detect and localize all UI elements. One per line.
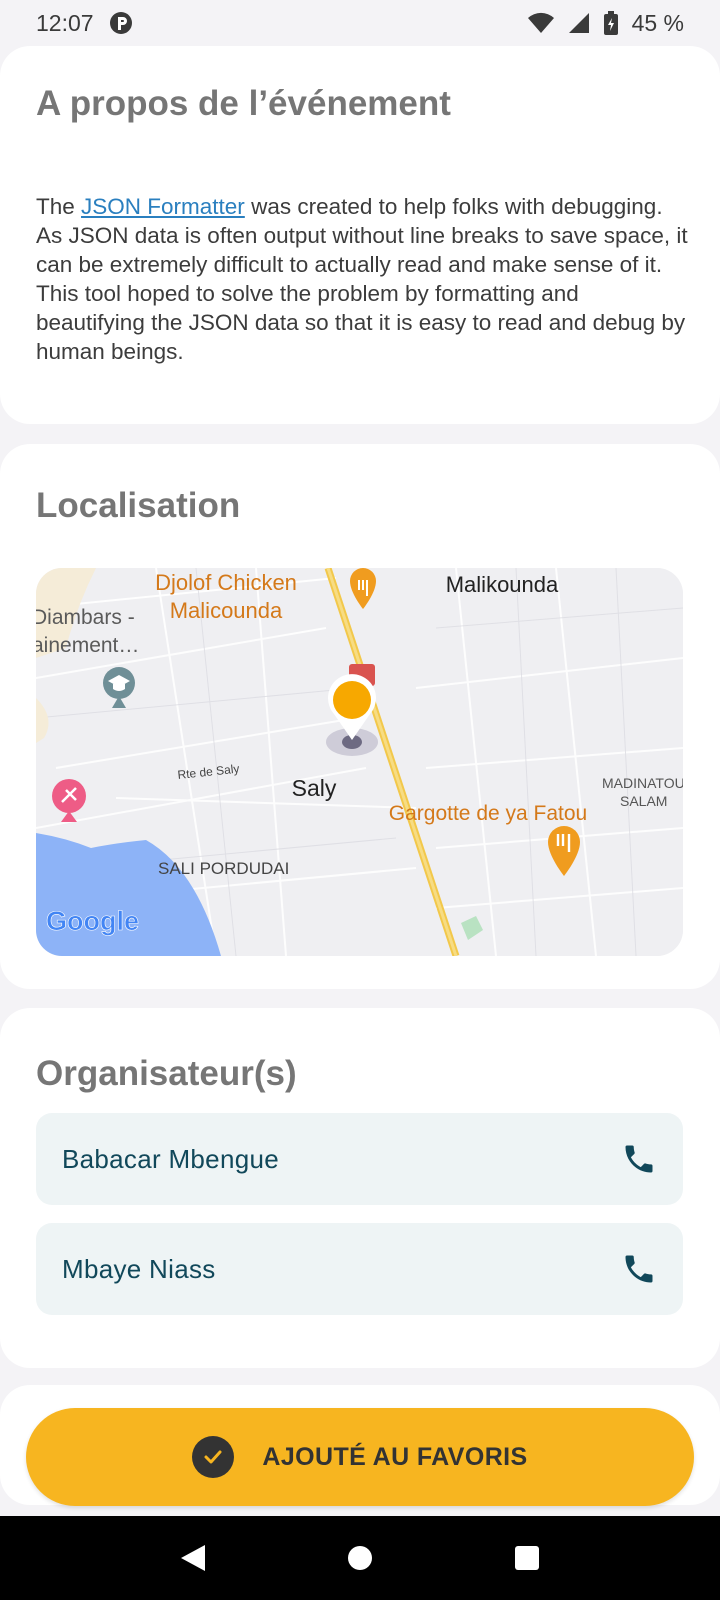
map-label-restaurant-1-line1: Djolof Chicken [155,570,297,595]
map-label-school-line2: ainement… [36,634,139,657]
back-icon[interactable] [163,1528,223,1588]
organizer-name: Mbaye Niass [62,1253,216,1284]
about-text-after: was created to help folks with debugging… [36,194,688,364]
about-title: A propos de l’événement [36,84,451,123]
map-label-district-1-line2: SALAM [620,793,667,809]
map-label-school-line1: Diambars - [36,606,135,629]
status-right: 45 % [527,9,684,37]
check-icon [192,1436,235,1478]
json-formatter-link[interactable]: JSON Formatter [81,194,245,219]
map-canvas: Djolof Chicken Malicounda Malikounda Dia… [36,568,683,956]
organizers-title: Organisateur(s) [36,1054,297,1093]
status-time: 12:07 [36,9,94,36]
about-text-before: The [36,194,82,219]
map-label-restaurant-1-line2: Malicounda [170,598,283,623]
map-label-restaurant-2: Gargotte de ya Fatou [389,802,587,825]
map-label-district-1-line1: MADINATOU [602,775,683,791]
phone-icon[interactable] [621,1251,657,1287]
map-label-town: Saly [292,775,337,801]
system-navigation-bar [0,1516,720,1600]
home-icon[interactable] [330,1528,390,1588]
organizers-card: Organisateur(s) Babacar Mbengue Mbaye Ni… [0,1008,720,1368]
organizer-item[interactable]: Babacar Mbengue [36,1113,683,1205]
about-card: A propos de l’événement The JSON Formatt… [0,46,720,424]
about-description: The JSON Formatter was created to help f… [36,192,688,366]
status-left: 12:07 [36,10,134,37]
app-notification-icon [108,10,134,36]
location-card: Localisation Djolof Chicken Malicounda M… [0,444,720,989]
map-label-place-1: Malikounda [446,572,559,597]
battery-percent: 45 % [631,9,684,36]
phone-icon[interactable] [621,1141,657,1177]
status-bar: 12:07 45 % [0,0,720,46]
map-label-district-2: SALI PORDUDAI [158,859,289,878]
organizer-name: Babacar Mbengue [62,1143,279,1174]
organizer-item[interactable]: Mbaye Niass [36,1223,683,1315]
recents-icon[interactable] [497,1528,557,1588]
cell-signal-icon [568,12,590,34]
map-view[interactable]: Djolof Chicken Malicounda Malikounda Dia… [36,568,683,956]
wifi-icon [527,12,554,34]
location-title: Localisation [36,486,241,525]
favorite-button-label: AJOUTÉ AU FAVORIS [262,1442,528,1471]
google-logo: Google [46,906,139,936]
add-to-favorites-button[interactable]: AJOUTÉ AU FAVORIS [26,1408,694,1506]
battery-icon [603,11,618,35]
